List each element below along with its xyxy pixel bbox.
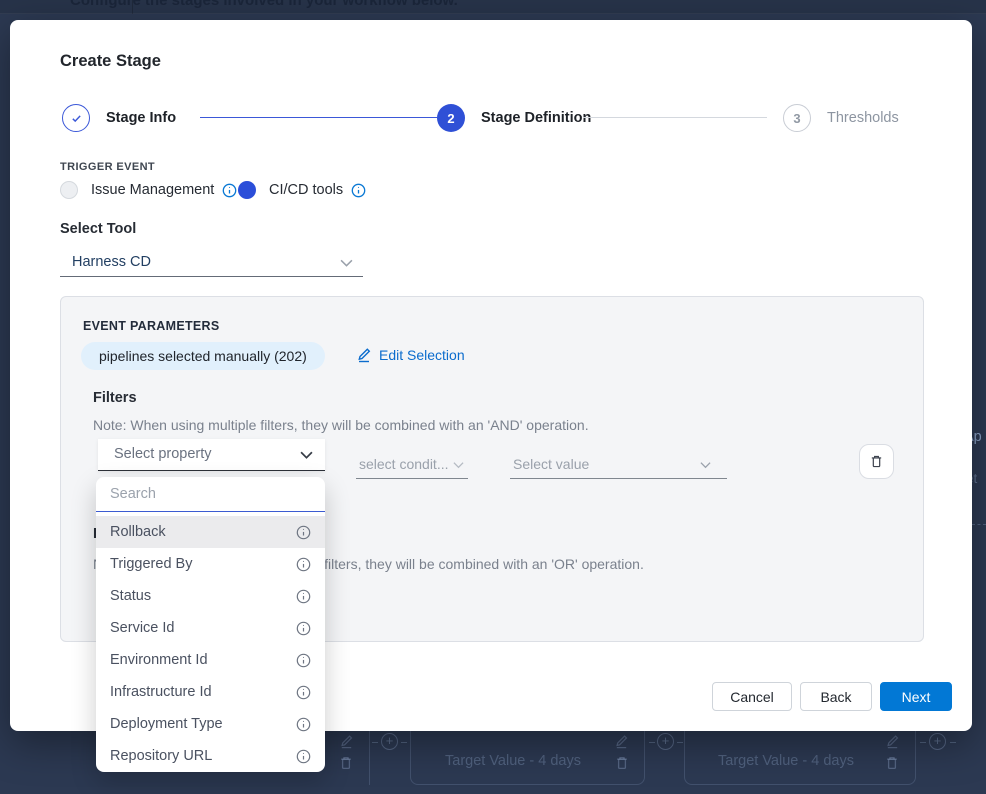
- selection-pill: pipelines selected manually (202): [81, 342, 325, 370]
- tool-select[interactable]: Harness CD: [60, 248, 363, 277]
- info-icon[interactable]: [296, 589, 311, 604]
- dropdown-item-label: Deployment Type: [110, 716, 296, 732]
- edit-selection-label: Edit Selection: [379, 347, 465, 363]
- trash-icon: [869, 454, 884, 469]
- chevron-down-icon: [700, 461, 711, 469]
- property-dropdown: Rollback Triggered By Status Service Id …: [96, 477, 325, 772]
- trash-icon: [884, 755, 900, 771]
- info-icon[interactable]: [296, 557, 311, 572]
- condition-select[interactable]: select condit...: [356, 454, 468, 479]
- property-select-placeholder: Select property: [114, 446, 212, 462]
- cancel-button[interactable]: Cancel: [712, 682, 792, 711]
- edit-selection-link[interactable]: Edit Selection: [356, 347, 465, 363]
- dropdown-item-label: Repository URL: [110, 748, 296, 764]
- check-icon: [70, 112, 83, 125]
- info-icon[interactable]: [296, 621, 311, 636]
- step-number-circle: 3: [783, 104, 811, 132]
- value-select[interactable]: Select value: [510, 454, 727, 479]
- chevron-down-icon: [453, 461, 464, 469]
- dropdown-item-infrastructure-id[interactable]: Infrastructure Id: [96, 676, 325, 708]
- radio-cicd-tools[interactable]: CI/CD tools: [238, 181, 366, 199]
- filters-heading: Filters: [93, 390, 137, 406]
- property-select[interactable]: Select property: [98, 439, 325, 471]
- dropdown-item-label: Status: [110, 588, 296, 604]
- chevron-down-icon: [300, 451, 313, 459]
- filters-note: Note: When using multiple filters, they …: [93, 417, 589, 433]
- info-icon[interactable]: [296, 717, 311, 732]
- dropdown-item-service-id[interactable]: Service Id: [96, 612, 325, 644]
- dropdown-list: Rollback Triggered By Status Service Id …: [96, 512, 325, 772]
- chevron-down-icon: [340, 259, 353, 267]
- stepper-connector: [583, 117, 767, 118]
- dropdown-item-label: Service Id: [110, 620, 296, 636]
- connector-dash: [372, 742, 378, 743]
- pencil-icon: [356, 347, 372, 363]
- dropdown-item-label: Rollback: [110, 524, 296, 540]
- info-icon[interactable]: [296, 749, 311, 764]
- radio-label: Issue Management: [91, 182, 214, 198]
- dropdown-item-deployment-type[interactable]: Deployment Type: [96, 708, 325, 740]
- next-button[interactable]: Next: [880, 682, 952, 711]
- info-icon[interactable]: [296, 653, 311, 668]
- connector-dash: [401, 742, 407, 743]
- value-select-placeholder: Select value: [513, 456, 589, 472]
- background-card-label: Target Value - 4 days: [718, 753, 854, 769]
- dropdown-item-rollback[interactable]: Rollback: [96, 516, 325, 548]
- stepper-connector: [200, 117, 437, 118]
- condition-select-placeholder: select condit...: [359, 456, 449, 472]
- info-icon[interactable]: [222, 183, 237, 198]
- select-tool-label: Select Tool: [60, 221, 136, 237]
- radio-icon: [238, 181, 256, 199]
- connector-dash: [950, 742, 956, 743]
- background-card-label: Target Value - 4 days: [445, 753, 581, 769]
- connector-dash: [972, 524, 986, 525]
- info-icon[interactable]: [351, 183, 366, 198]
- step-label: Stage Definition: [481, 110, 591, 126]
- stepper-step-stage-definition[interactable]: 2 Stage Definition: [437, 104, 591, 132]
- back-button[interactable]: Back: [800, 682, 872, 711]
- connector-dash: [649, 742, 655, 743]
- step-number-circle: 2: [437, 104, 465, 132]
- background-page-subtitle: Configure the stages involved in your wo…: [70, 0, 458, 9]
- dialog-title: Create Stage: [60, 52, 161, 71]
- step-label: Stage Info: [106, 110, 176, 126]
- event-parameters-heading: EVENT PARAMETERS: [83, 319, 220, 333]
- dropdown-item-label: Triggered By: [110, 556, 296, 572]
- search-input[interactable]: [96, 477, 325, 510]
- step-label: Thresholds: [827, 110, 899, 126]
- step-complete-circle: [62, 104, 90, 132]
- plus-icon: +: [929, 733, 946, 750]
- radio-icon: [60, 181, 78, 199]
- connector-dash: [677, 742, 683, 743]
- dropdown-item-environment-id[interactable]: Environment Id: [96, 644, 325, 676]
- background-card-edge: [369, 731, 370, 785]
- dropdown-item-label: Infrastructure Id: [110, 684, 296, 700]
- delete-filter-button[interactable]: [859, 444, 894, 479]
- trash-icon: [338, 755, 354, 771]
- plus-icon: +: [381, 733, 398, 750]
- pencil-icon: [339, 734, 354, 749]
- connector-dash: [920, 742, 926, 743]
- tool-select-value: Harness CD: [72, 254, 151, 270]
- info-icon[interactable]: [296, 685, 311, 700]
- plus-icon: +: [657, 733, 674, 750]
- trigger-event-label: TRIGGER EVENT: [60, 161, 155, 173]
- dropdown-search: [96, 477, 325, 512]
- pencil-icon: [885, 734, 900, 749]
- dropdown-item-label: Environment Id: [110, 652, 296, 668]
- dropdown-item-status[interactable]: Status: [96, 580, 325, 612]
- info-icon[interactable]: [296, 525, 311, 540]
- stepper-step-stage-info[interactable]: Stage Info: [62, 104, 176, 132]
- radio-issue-management[interactable]: Issue Management: [60, 181, 237, 199]
- trash-icon: [614, 755, 630, 771]
- radio-label: CI/CD tools: [269, 182, 343, 198]
- dropdown-item-triggered-by[interactable]: Triggered By: [96, 548, 325, 580]
- pencil-icon: [614, 734, 629, 749]
- dropdown-item-repository-url[interactable]: Repository URL: [96, 740, 325, 772]
- stepper-step-thresholds[interactable]: 3 Thresholds: [783, 104, 899, 132]
